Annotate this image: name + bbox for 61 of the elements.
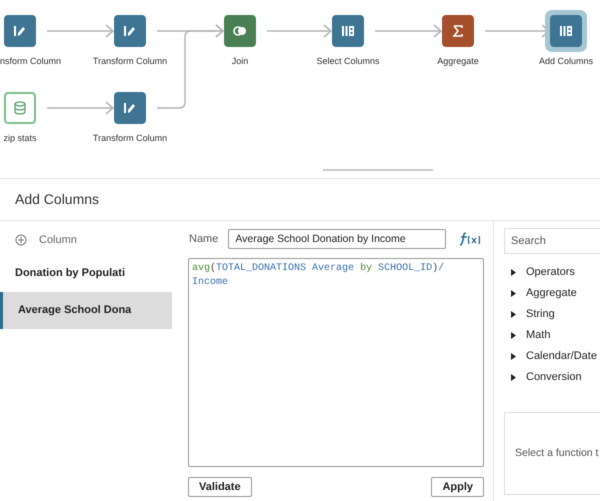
code-token: TOTAL_DONATIONS Average [216, 263, 356, 274]
resize-handle[interactable] [323, 169, 433, 171]
column-list-item[interactable]: Average School Dona [0, 292, 172, 329]
expand-triangle-icon[interactable] [511, 269, 516, 276]
pipeline-node[interactable] [4, 15, 36, 47]
apply-button[interactable]: Apply [431, 477, 484, 497]
node-label: Aggregate [436, 55, 480, 68]
function-category[interactable]: Math [526, 327, 550, 344]
code-token: by [360, 263, 374, 274]
validate-button[interactable]: Validate [188, 477, 252, 497]
function-category[interactable]: String [526, 306, 555, 323]
join-icon [233, 26, 247, 36]
code-token: Income [192, 277, 228, 288]
sigma-icon [452, 25, 464, 37]
expand-triangle-icon[interactable] [511, 332, 516, 339]
expand-triangle-icon[interactable] [511, 374, 516, 381]
column-list-item[interactable]: Donation by Populati [0, 255, 172, 292]
name-field[interactable]: Average School Donation by Income [228, 229, 446, 249]
pipeline-node[interactable] [224, 15, 256, 47]
node-label: Select Columns [315, 55, 381, 68]
columns-icon [341, 25, 355, 37]
add-column-button[interactable]: Column [0, 231, 77, 249]
code-token: avg [192, 263, 210, 274]
pipeline-node[interactable] [114, 15, 146, 47]
pencil-column-icon [123, 101, 137, 115]
code-token: ( [210, 263, 216, 274]
database-icon [14, 101, 26, 115]
connector-arrow [375, 24, 442, 38]
expand-triangle-icon[interactable] [511, 311, 516, 318]
connector-arrow [47, 101, 114, 115]
node-label: zip stats [2, 132, 38, 145]
code-token: SCHOOL_ID [378, 263, 432, 274]
node-label: Transform Column [92, 55, 168, 68]
pipeline-node[interactable] [332, 15, 364, 47]
connector-arrow [47, 24, 114, 38]
search-field[interactable]: Search [504, 228, 600, 254]
pipeline-node[interactable] [114, 92, 146, 124]
pencil-column-icon [13, 24, 27, 38]
node-label: Join [230, 55, 250, 68]
help-text: Select a function t [515, 446, 598, 461]
expand-triangle-icon[interactable] [511, 290, 516, 297]
function-category[interactable]: Calendar/Date [526, 348, 597, 365]
function-category[interactable]: Aggregate [526, 285, 577, 302]
connector-arrow [267, 24, 332, 38]
node-label: Add Columns [538, 55, 594, 68]
name-label: Name [189, 232, 218, 247]
plus-circle-icon [15, 234, 27, 246]
pipeline-node[interactable] [442, 15, 474, 47]
expression-editor[interactable]: avg(TOTAL_DONATIONS Average by SCHOOL_ID)/ Income [188, 258, 484, 467]
panel-title: Add Columns [15, 190, 100, 209]
pencil-column-icon [123, 24, 137, 38]
expand-triangle-icon[interactable] [511, 353, 516, 360]
pipeline-node[interactable] [4, 92, 36, 124]
node-label: nsform Column [0, 55, 62, 68]
function-category[interactable]: Operators [526, 264, 575, 281]
columns-icon [559, 25, 573, 37]
node-label: Transform Column [92, 132, 168, 145]
code-token: ) [432, 263, 438, 274]
function-category[interactable]: Conversion [526, 369, 582, 386]
code-token: / [438, 263, 444, 274]
function-icon[interactable] [458, 232, 481, 246]
